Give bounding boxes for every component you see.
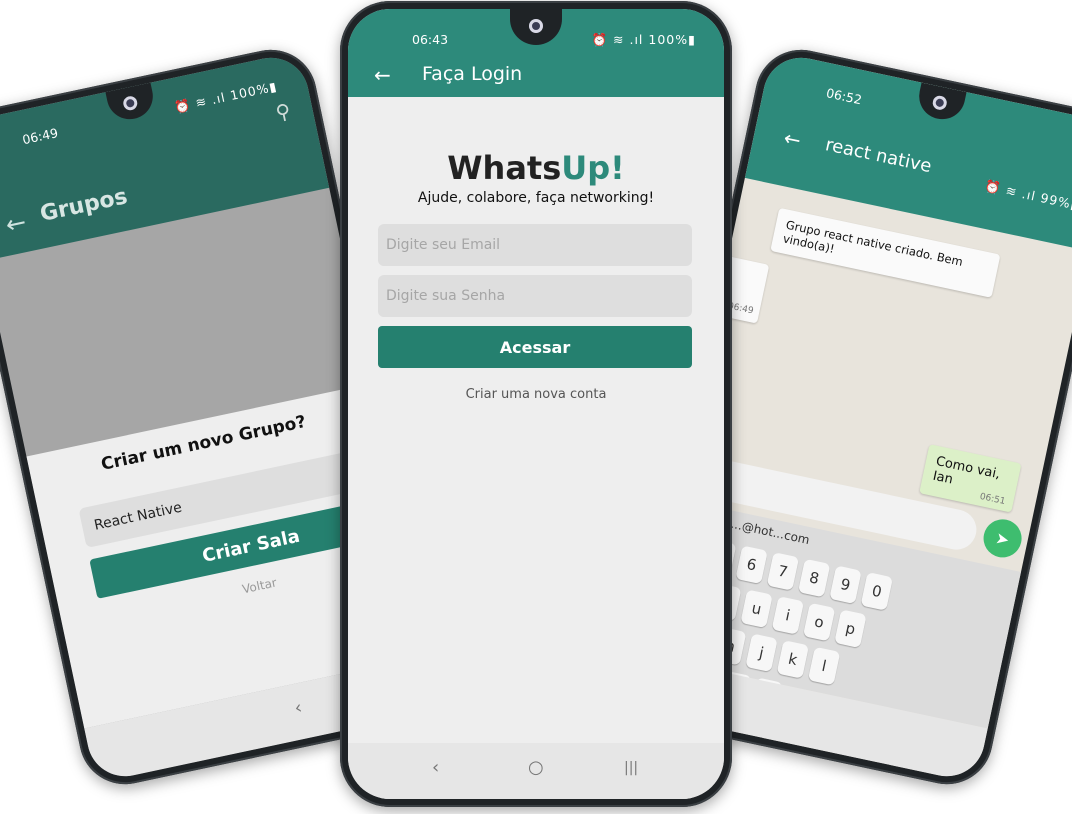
brand-logo: WhatsUp!: [348, 149, 724, 187]
keyboard-key[interactable]: 8: [797, 558, 831, 598]
page-title: Faça Login: [422, 63, 523, 85]
keyboard-key[interactable]: u: [740, 589, 773, 629]
nav-recent-icon[interactable]: |||: [624, 760, 638, 776]
email-input[interactable]: Digite seu Email: [378, 224, 692, 266]
back-arrow-icon[interactable]: ←: [374, 63, 391, 87]
center-status-icons: ⏰ ≋ .ıl 100%▮: [591, 32, 696, 47]
center-phone: 06:43 ⏰ ≋ .ıl 100%▮ ← Faça Login WhatsUp…: [340, 1, 732, 807]
right-status-time: 06:52: [824, 85, 864, 108]
password-placeholder: Digite sua Senha: [386, 288, 506, 304]
keyboard-key[interactable]: 9: [829, 565, 862, 605]
message-text: Como vai, Ian: [931, 454, 1002, 488]
login-button[interactable]: Acessar: [378, 326, 692, 368]
nav-back-icon[interactable]: ‹: [432, 757, 439, 778]
brand-part-up: Up!: [561, 149, 625, 187]
create-account-link[interactable]: Criar uma nova conta: [348, 387, 724, 402]
keyboard-key[interactable]: 0: [860, 572, 894, 611]
center-status-time: 06:43: [412, 32, 449, 47]
camera-icon: [529, 19, 543, 33]
keyboard-key[interactable]: 7: [766, 552, 800, 591]
tagline: Ajude, colabore, faça networking!: [417, 190, 655, 206]
keyboard-key[interactable]: k: [776, 640, 810, 679]
keyboard-key[interactable]: l: [807, 646, 841, 686]
keyboard-key[interactable]: i: [771, 596, 805, 635]
nav-back-icon[interactable]: ‹: [293, 697, 304, 719]
keyboard-key[interactable]: j: [745, 633, 778, 673]
login-button-label: Acessar: [499, 337, 571, 357]
send-icon: ➤: [994, 527, 1012, 550]
camera-icon: [931, 94, 949, 112]
left-status-time: 06:49: [20, 125, 60, 148]
keyboard-key[interactable]: p: [834, 609, 867, 649]
password-input[interactable]: Digite sua Senha: [378, 275, 692, 317]
create-room-label: Criar Sala: [200, 525, 302, 567]
center-phone-screen: 06:43 ⏰ ≋ .ıl 100%▮ ← Faça Login WhatsUp…: [348, 9, 724, 799]
message-bubble-outgoing: Como vai, Ian 06:51: [919, 444, 1022, 513]
brand-part-whats: Whats: [447, 149, 562, 187]
email-placeholder: Digite seu Email: [386, 237, 501, 253]
nav-home-icon[interactable]: ○: [528, 757, 544, 778]
keyboard-key[interactable]: 6: [735, 545, 768, 585]
camera-icon: [121, 94, 139, 112]
message-text: Grupo react native criado. Bem vindo(a)!: [781, 217, 965, 269]
center-nav-bar: ‹ ○ |||: [348, 743, 724, 799]
send-button[interactable]: ➤: [980, 515, 1026, 561]
group-name-value: React Native: [92, 499, 184, 534]
keyboard-key[interactable]: o: [802, 602, 836, 642]
